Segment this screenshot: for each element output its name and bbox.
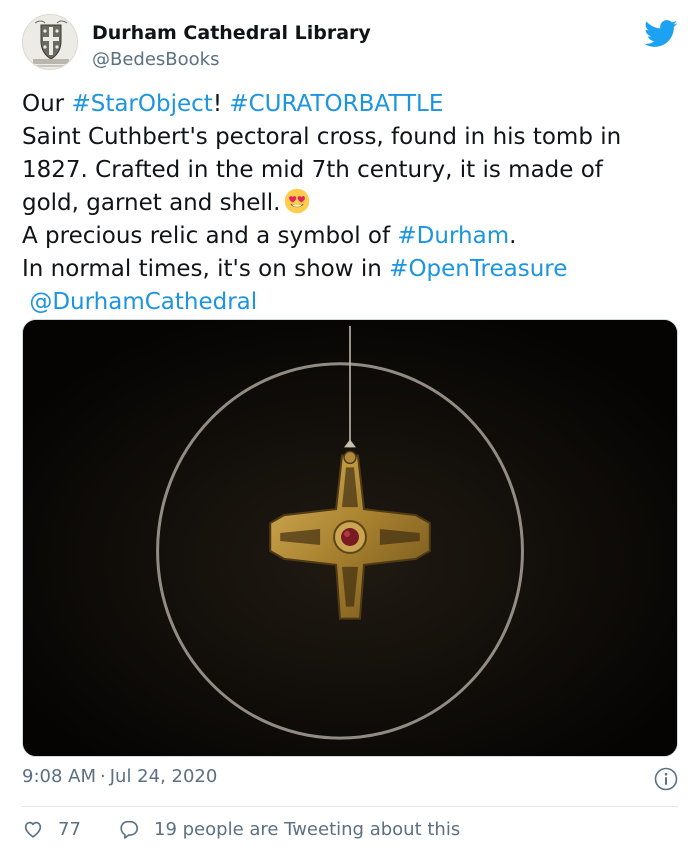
- heart-icon: [24, 821, 42, 838]
- tweet-line-6: In normal times, it's on show in #OpenTr…: [22, 253, 682, 286]
- timestamp-separator: ·: [100, 766, 106, 787]
- pectoral-cross-photo: [23, 320, 677, 756]
- text-segment: gold, garnet and shell.: [22, 190, 281, 216]
- hashtag-curatorbattle[interactable]: #CURATORBATTLE: [229, 91, 443, 117]
- author-names: Durham Cathedral Library @BedesBooks: [92, 22, 371, 70]
- tweet-line-2: Saint Cuthbert's pectoral cross, found i…: [22, 124, 622, 150]
- user-handle[interactable]: @BedesBooks: [92, 49, 371, 70]
- text-segment: !: [212, 91, 230, 117]
- tweet-timestamp[interactable]: 9:08 AM · Jul 24, 2020: [22, 766, 217, 787]
- timestamp-date: Jul 24, 2020: [109, 766, 218, 787]
- like-count: 77: [58, 818, 81, 840]
- tweet-line-3: 1827. Crafted in the mid 7th century, it…: [22, 157, 603, 183]
- hashtag-starobject[interactable]: #StarObject: [71, 91, 212, 117]
- tweet-line-7: @DurhamCathedral: [22, 286, 682, 319]
- text-segment: .: [509, 223, 517, 249]
- tweet-line-4: gold, garnet and shell.: [22, 187, 682, 220]
- text-segment: In normal times, it's on show in: [22, 256, 390, 282]
- tweet-line-1: Our #StarObject! #CURATORBATTLE: [22, 88, 682, 121]
- heart-eyes-emoji-icon: [285, 188, 310, 214]
- speech-bubble-icon: [120, 820, 139, 839]
- like-button[interactable]: 77: [22, 818, 81, 840]
- conversation-link[interactable]: 19 people are Tweeting about this: [118, 818, 460, 840]
- twitter-bird-icon[interactable]: [644, 20, 678, 48]
- hashtag-durham[interactable]: #Durham: [397, 223, 509, 249]
- tweet-text: Our #StarObject! #CURATORBATTLE Saint Cu…: [22, 88, 682, 319]
- avatar[interactable]: [22, 14, 78, 70]
- timestamp-time: 9:08 AM: [22, 766, 96, 787]
- divider: [22, 806, 678, 807]
- text-segment: Our: [22, 91, 72, 117]
- tweet-header: Durham Cathedral Library @BedesBooks: [22, 14, 678, 74]
- conversation-count: 19 people are Tweeting about this: [154, 818, 461, 840]
- tweet-media[interactable]: [22, 319, 678, 757]
- display-name[interactable]: Durham Cathedral Library: [92, 22, 371, 44]
- engagement-bar: 77 19 people are Tweeting about this: [22, 818, 678, 844]
- text-segment: A precious relic and a symbol of: [22, 223, 398, 249]
- tweet-line-5: A precious relic and a symbol of #Durham…: [22, 220, 682, 253]
- hashtag-opentreasure[interactable]: #OpenTreasure: [389, 256, 567, 282]
- mention-durhamcathedral[interactable]: @DurhamCathedral: [29, 289, 257, 315]
- library-crest-icon: [23, 15, 77, 69]
- info-icon[interactable]: [654, 767, 678, 791]
